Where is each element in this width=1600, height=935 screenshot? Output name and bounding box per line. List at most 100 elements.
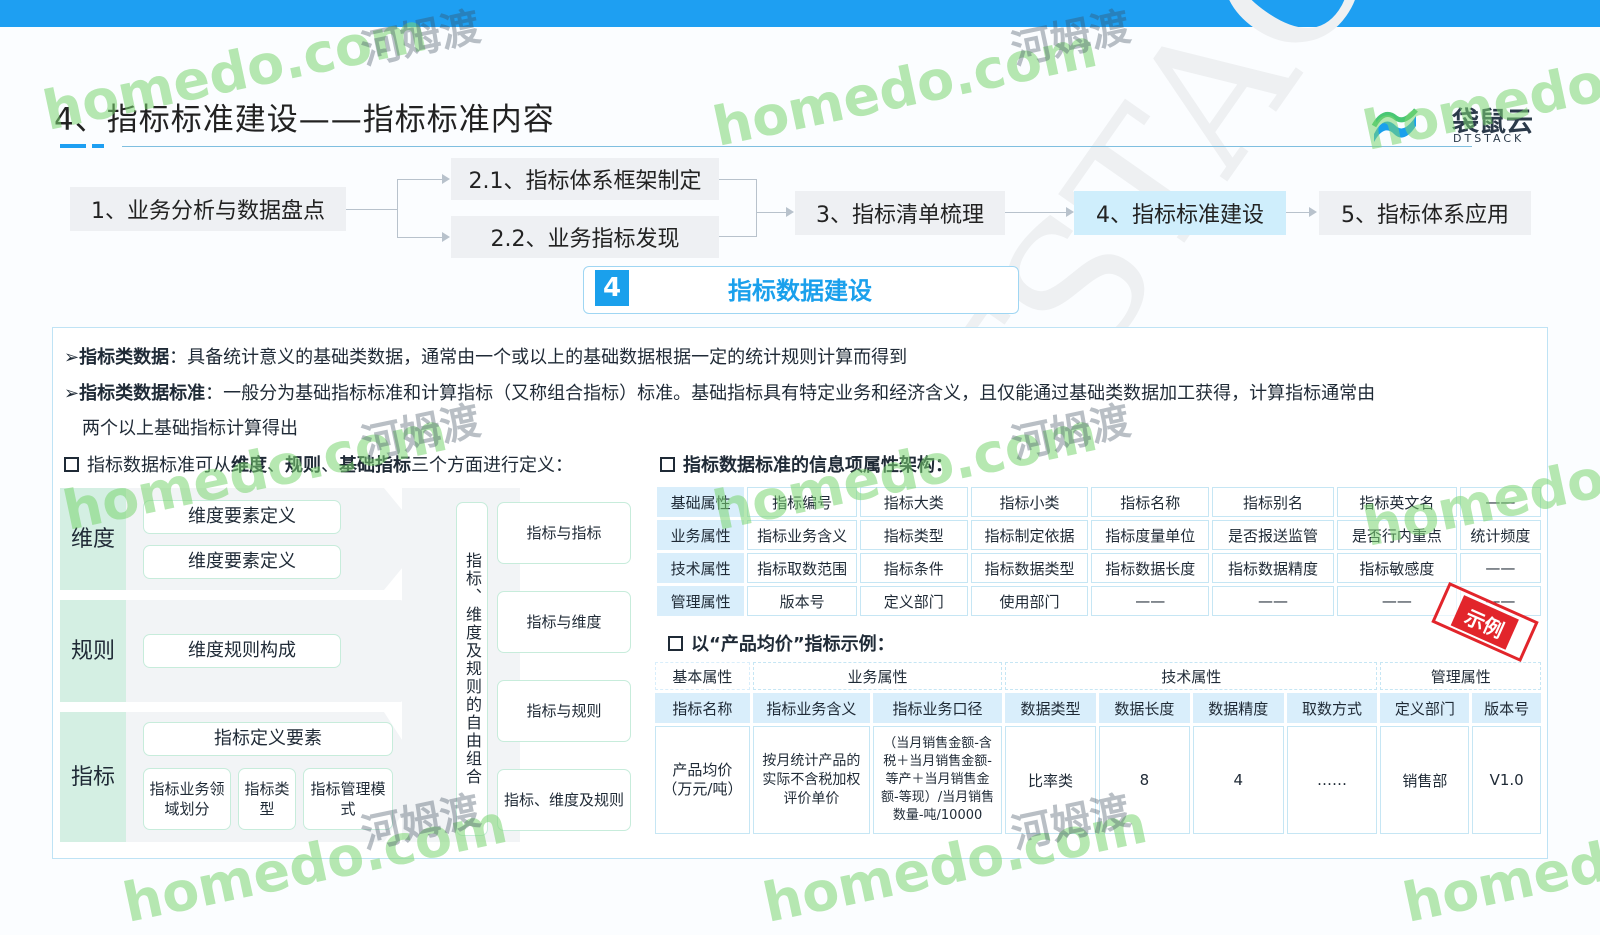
- rule-label: 规则: [60, 600, 126, 702]
- attribute-cell: 指标类型: [859, 520, 968, 550]
- connector: [757, 212, 787, 213]
- flow-step-2-1: 2.1、指标体系框架制定: [451, 158, 719, 200]
- column-header: 数据类型: [1005, 693, 1096, 723]
- heading-text: 、: [321, 455, 339, 476]
- flow-step-3: 3、指标清单梳理: [795, 191, 1005, 235]
- attribute-cell: 指标英文名: [1336, 487, 1457, 517]
- column-header: 版本号: [1472, 693, 1541, 723]
- attribute-cell: 指标名称: [1091, 487, 1210, 517]
- attribute-cell: 是否行内重点: [1336, 520, 1457, 550]
- connector: [1005, 212, 1067, 213]
- flow-step-1: 1、业务分析与数据盘点: [70, 187, 346, 231]
- example-heading: 以“产品均价”指标示例：: [668, 630, 895, 656]
- column-header: 定义部门: [1380, 693, 1470, 723]
- heading-bold: 规则: [285, 455, 321, 476]
- attribute-cell: 指标取数范围: [747, 553, 857, 583]
- attribute-row: 基础属性 指标编号 指标大类 指标小类 指标名称 指标别名 指标英文名 ——: [657, 487, 1541, 517]
- heading-text: 以“产品均价”指标示例：: [691, 634, 895, 655]
- connector: [719, 179, 757, 237]
- attribute-cell: 指标别名: [1212, 487, 1334, 517]
- connector: [1286, 212, 1310, 213]
- arrow-icon: [442, 232, 450, 242]
- term: 指标类数据标准: [79, 383, 206, 404]
- arrow-icon: [442, 174, 450, 184]
- section-title: 指标数据建设: [728, 276, 872, 305]
- section-number: 4: [595, 270, 629, 306]
- attribute-cell: 是否报送监管: [1212, 520, 1334, 550]
- column-header: 指标业务含义: [752, 693, 870, 723]
- dimension-item: 维度要素定义: [143, 500, 341, 534]
- attribute-cell: 指标大类: [859, 487, 968, 517]
- dimension-item: 维度要素定义: [143, 545, 341, 579]
- title-accent: [60, 144, 86, 148]
- column-header: 数据长度: [1098, 693, 1190, 723]
- logo-subtitle: DTSTACK: [1453, 132, 1525, 145]
- dimension-label: 维度: [60, 488, 126, 590]
- arrow-icon: [1309, 207, 1317, 217]
- table-cell: 8: [1098, 726, 1190, 834]
- attribute-cell: 指标编号: [747, 487, 857, 517]
- table-cell: 产品均价（万元/吨）: [655, 726, 750, 834]
- attribute-cell: 定义部门: [859, 586, 968, 616]
- heading-bold: 维度: [231, 455, 267, 476]
- checkbox-square-icon: [668, 635, 683, 651]
- attribute-cell: 指标敏感度: [1336, 553, 1457, 583]
- attribute-cell: 指标条件: [859, 553, 968, 583]
- table-cell: V1.0: [1472, 726, 1541, 834]
- connector: [397, 237, 443, 238]
- top-bar: [0, 0, 1600, 27]
- term: 指标类数据: [79, 347, 170, 368]
- table-cell: 销售部: [1380, 726, 1470, 834]
- attribute-cell: 指标制定依据: [970, 520, 1089, 550]
- group-header: 基本属性: [655, 662, 750, 690]
- page-title: 4、指标标准建设——指标标准内容: [54, 102, 555, 138]
- combination-label: 指标、维度及规则的自由组合: [456, 502, 488, 836]
- attribute-row: 业务属性 指标业务含义 指标类型 指标制定依据 指标度量单位 是否报送监管 是否…: [657, 520, 1541, 550]
- table-cell: 4: [1192, 726, 1284, 834]
- group-header: 技术属性: [1005, 662, 1378, 690]
- indicator-sub-item: 指标类型: [238, 768, 296, 830]
- relation-item: 指标与规则: [497, 680, 631, 742]
- attribute-cell: 指标数据长度: [1091, 553, 1210, 583]
- attribute-category: 管理属性: [657, 586, 745, 616]
- attribute-table: 基础属性 指标编号 指标大类 指标小类 指标名称 指标别名 指标英文名 —— 业…: [654, 484, 1544, 619]
- flow-step-2-2: 2.2、业务指标发现: [451, 216, 719, 258]
- attribute-cell: 指标度量单位: [1091, 520, 1210, 550]
- example-group-row: 基本属性 业务属性 技术属性 管理属性: [655, 662, 1541, 690]
- definition-line-2: ➢指标类数据标准：一般分为基础指标标准和计算指标（又称组合指标）标准。基础指标具…: [64, 379, 1375, 405]
- example-table: 基本属性 业务属性 技术属性 管理属性 指标名称 指标业务含义 指标业务口径 数…: [652, 659, 1544, 837]
- flow-step-4: 4、指标标准建设: [1074, 191, 1286, 235]
- arrow-icon: [786, 207, 794, 217]
- connector: [346, 209, 398, 210]
- bullet-arrow-icon: ➢: [64, 383, 80, 404]
- attribute-category: 技术属性: [657, 553, 745, 583]
- definition-line-1: ➢指标类数据：具备统计意义的基础类数据，通常由一个或以上的基础数据根据一定的统计…: [64, 343, 907, 369]
- title-divider: [122, 146, 1472, 147]
- attribute-cell: 指标数据类型: [970, 553, 1089, 583]
- attribute-category: 业务属性: [657, 520, 745, 550]
- title-accent: [92, 144, 104, 148]
- attribute-cell: 统计频度: [1459, 520, 1541, 550]
- relation-item: 指标、维度及规则: [497, 769, 631, 831]
- indicator-label: 指标: [60, 712, 126, 842]
- heading-text: 三个方面进行定义：: [411, 455, 573, 476]
- logo-icon: [1370, 104, 1420, 144]
- column-header: 指标业务口径: [872, 693, 1003, 723]
- checkbox-square-icon: [660, 456, 675, 472]
- example-data-row: 产品均价（万元/吨） 按月统计产品的实际不含税加权评价单价 （当月销售金额-含税…: [655, 726, 1541, 834]
- example-header-row: 指标名称 指标业务含义 指标业务口径 数据类型 数据长度 数据精度 取数方式 定…: [655, 693, 1541, 723]
- attribute-row: 技术属性 指标取数范围 指标条件 指标数据类型 指标数据长度 指标数据精度 指标…: [657, 553, 1541, 583]
- connector: [397, 179, 443, 180]
- column-header: 数据精度: [1192, 693, 1284, 723]
- group-header: 管理属性: [1380, 662, 1541, 690]
- attribute-cell: 版本号: [747, 586, 857, 616]
- indicator-sub-item: 指标业务领域划分: [143, 768, 231, 830]
- right-section-heading: 指标数据标准的信息项属性架构：: [660, 451, 953, 477]
- heading-text: 指标数据标准的信息项属性架构：: [683, 455, 953, 476]
- attribute-cell: 指标小类: [970, 487, 1089, 517]
- bullet-arrow-icon: ➢: [64, 347, 80, 368]
- indicator-sub-item: 指标管理模式: [303, 768, 393, 830]
- attribute-cell: ——: [1459, 487, 1541, 517]
- definition-line-3: 两个以上基础指标计算得出: [82, 418, 298, 439]
- checkbox-square-icon: [64, 456, 79, 472]
